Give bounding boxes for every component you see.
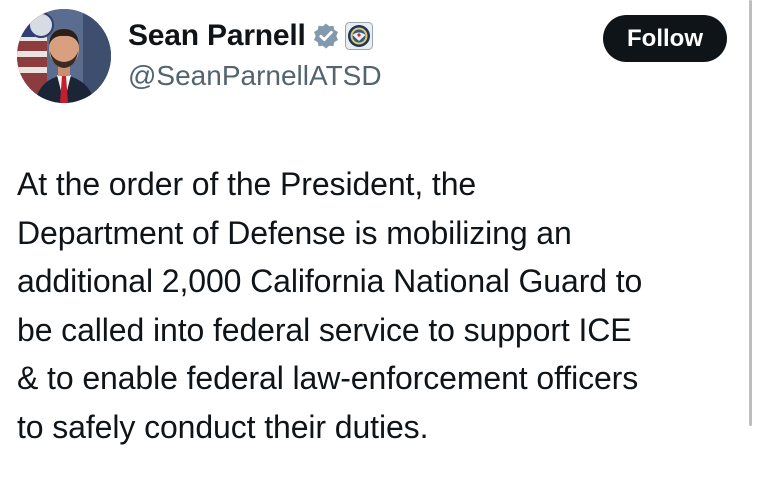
name-row: Sean Parnell bbox=[128, 16, 382, 56]
tweet-card: Sean Parnell @SeanParnellATSD Follow At … bbox=[0, 0, 760, 477]
tweet-text: At the order of the President, the Depar… bbox=[17, 166, 643, 445]
department-of-defense-seal-icon[interactable] bbox=[344, 22, 373, 50]
display-name[interactable]: Sean Parnell bbox=[128, 19, 306, 53]
follow-button[interactable]: Follow bbox=[603, 15, 727, 62]
author-header: Sean Parnell @SeanParnellATSD bbox=[128, 16, 382, 92]
user-handle[interactable]: @SeanParnellATSD bbox=[128, 60, 382, 92]
avatar[interactable] bbox=[17, 9, 111, 103]
scrollbar[interactable] bbox=[749, 0, 752, 426]
verified-badge-icon[interactable] bbox=[312, 22, 340, 50]
